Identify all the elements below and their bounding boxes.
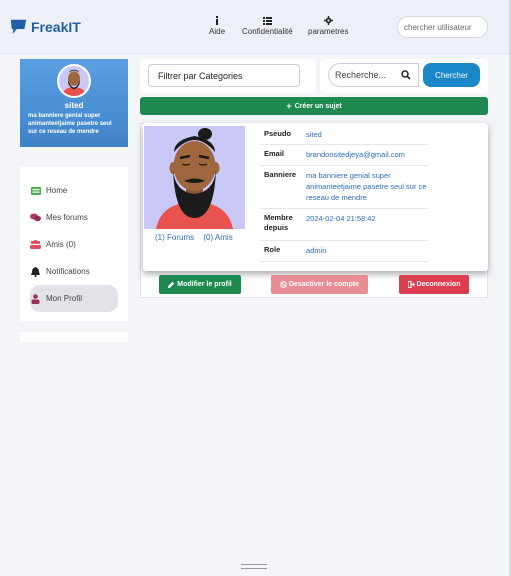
top-header: FreakIT Aide Confidentialité parametres bbox=[0, 0, 511, 54]
sidebar-item-label: Mon Profil bbox=[46, 294, 83, 303]
sidebar-nav: Home Mes forums Amis (0) Notifications M… bbox=[20, 167, 128, 321]
info-row-email: Email brandonsitedjeya@gmail.com bbox=[260, 145, 428, 166]
sidebar-item-label: Home bbox=[46, 186, 68, 195]
edit-profile-button[interactable]: Modifier le profil bbox=[159, 275, 241, 294]
sign-out-icon bbox=[407, 281, 415, 288]
chat-bubble-icon bbox=[10, 19, 27, 35]
logout-label: Deconnexion bbox=[416, 281, 461, 288]
nav-aide-label: Aide bbox=[209, 27, 226, 36]
category-filter-select[interactable]: Filtrer par Categories bbox=[148, 64, 300, 87]
profile-avatar bbox=[144, 126, 245, 229]
info-value: brandonsitedjeya@gmail.com bbox=[306, 150, 405, 159]
info-key: Email bbox=[264, 149, 285, 158]
info-value: 2024-02-04 21:58:42 bbox=[306, 214, 376, 223]
info-row-membre-depuis: Membre depuis 2024-02-04 21:58:42 bbox=[260, 209, 428, 241]
gear-icon bbox=[308, 16, 348, 26]
sidebar-item-notifications[interactable]: Notifications bbox=[30, 258, 138, 285]
sidebar-item-label: Mes forums bbox=[46, 213, 88, 222]
profile-stats-links: (1) Forums (0) Amis bbox=[155, 233, 240, 242]
info-value: ma banniere genial super animanteetjaime… bbox=[306, 171, 427, 202]
nav-confidentialite-label: Confidentialité bbox=[242, 27, 293, 36]
nav-parametres[interactable]: parametres bbox=[308, 16, 348, 36]
deactivate-account-label: Desactiver le compte bbox=[288, 281, 360, 288]
category-filter-box: Filtrer par Categories bbox=[140, 59, 316, 93]
create-topic-button[interactable]: + Créer un sujet bbox=[140, 97, 488, 115]
info-key: Membre depuis bbox=[264, 213, 293, 232]
profile-info-table: Pseudo sited Email brandonsitedjeya@gmai… bbox=[260, 125, 428, 262]
info-key: Role bbox=[264, 245, 281, 254]
forums-count-link[interactable]: (1) Forums bbox=[155, 233, 194, 242]
info-row-role: Role admin bbox=[260, 241, 428, 262]
friends-count-link[interactable]: (0) Amis bbox=[203, 233, 232, 242]
info-value: admin bbox=[306, 246, 327, 255]
logout-button[interactable]: Deconnexion bbox=[399, 275, 469, 294]
sidebar-item-forums[interactable]: Mes forums bbox=[30, 204, 138, 231]
sidebar-item-label: Amis (0) bbox=[46, 240, 76, 249]
info-icon bbox=[209, 16, 225, 26]
user-info-card: (1) Forums (0) Amis Pseudo sited Email b… bbox=[143, 123, 488, 271]
info-row-pseudo: Pseudo sited bbox=[260, 125, 428, 145]
info-key: Banniere bbox=[264, 170, 297, 179]
sidebar-item-profil[interactable]: Mon Profil bbox=[30, 285, 118, 312]
brand-logo[interactable]: FreakIT bbox=[10, 18, 81, 35]
search-icon bbox=[401, 70, 411, 80]
user-icon bbox=[30, 293, 41, 304]
profile-username: sited bbox=[64, 101, 84, 110]
info-row-banniere: Banniere ma banniere genial super animan… bbox=[260, 166, 428, 209]
create-topic-label: Créer un sujet bbox=[294, 102, 342, 110]
topic-search-box: Chercher bbox=[320, 59, 488, 93]
brand-name: FreakIT bbox=[31, 18, 81, 35]
search-button[interactable]: Chercher bbox=[423, 63, 480, 87]
nav-aide[interactable]: Aide bbox=[209, 16, 225, 36]
sidebar-footer bbox=[20, 332, 128, 342]
profile-summary-card: sited ma banniere genial super animantee… bbox=[20, 59, 128, 147]
users-icon bbox=[30, 240, 41, 249]
nav-parametres-label: parametres bbox=[308, 27, 349, 36]
resize-handle[interactable] bbox=[241, 564, 267, 569]
bell-icon bbox=[30, 266, 41, 277]
home-icon bbox=[30, 186, 41, 195]
deactivate-account-button[interactable]: Desactiver le compte bbox=[271, 275, 368, 294]
nav-confidentialite[interactable]: Confidentialité bbox=[242, 16, 293, 36]
info-key: Pseudo bbox=[264, 129, 292, 138]
sidebar-item-label: Notifications bbox=[46, 267, 90, 276]
comments-icon bbox=[30, 213, 41, 222]
list-icon bbox=[242, 16, 293, 26]
avatar[interactable] bbox=[57, 64, 91, 98]
info-value: sited bbox=[306, 130, 322, 139]
edit-profile-label: Modifier le profil bbox=[177, 281, 232, 288]
sidebar-item-amis[interactable]: Amis (0) bbox=[30, 231, 138, 258]
profile-banner-text: ma banniere genial super animanteetjaime… bbox=[28, 113, 112, 135]
ban-icon bbox=[280, 281, 287, 288]
sidebar-item-home[interactable]: Home bbox=[30, 177, 138, 204]
pencil-icon bbox=[168, 281, 175, 288]
plus-icon: + bbox=[286, 101, 292, 111]
user-search-input[interactable] bbox=[397, 16, 488, 38]
